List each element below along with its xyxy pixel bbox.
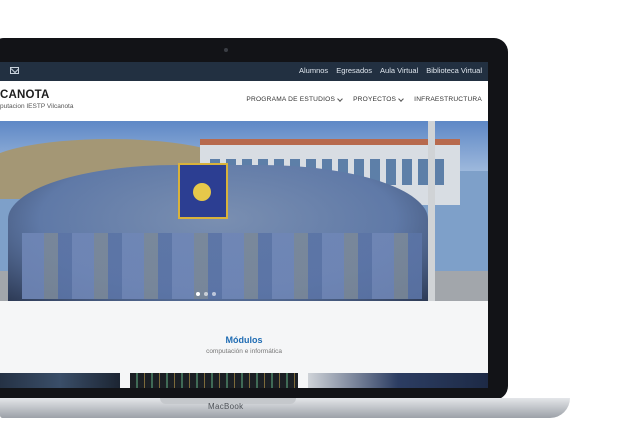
module-thumbnails [0, 373, 488, 388]
top-link-alumnos[interactable]: Alumnos [299, 66, 328, 75]
slider-dot[interactable] [212, 292, 216, 296]
camera-icon [224, 48, 228, 52]
laptop-brand-label: MacBook [208, 402, 244, 411]
top-link-biblioteca-virtual[interactable]: Biblioteca Virtual [426, 66, 482, 75]
top-bar: Alumnos Egresados Aula Virtual Bibliotec… [0, 62, 488, 81]
hero-students-front-row [22, 233, 422, 299]
top-link-egresados[interactable]: Egresados [336, 66, 372, 75]
nav-item-proyectos[interactable]: PROYECTOS [353, 95, 404, 103]
browser-viewport: Alumnos Egresados Aula Virtual Bibliotec… [0, 62, 488, 388]
nav-item-label: INFRAESTRUCTURA [414, 96, 482, 103]
module-thumbnail[interactable] [308, 373, 488, 388]
top-links: Alumnos Egresados Aula Virtual Bibliotec… [299, 66, 482, 75]
nav-item-infraestructura[interactable]: INFRAESTRUCTURA [414, 96, 482, 103]
module-thumbnail[interactable] [130, 373, 298, 388]
nav-item-label: PROGRAMA DE ESTUDIOS [246, 96, 336, 103]
site-header: CANOTA putacion IESTP Vilcanota PROGRAMA… [0, 81, 488, 121]
nav-item-label: PROYECTOS [353, 96, 397, 103]
hero-slider[interactable] [0, 121, 488, 301]
site-subtitle: putacion IESTP Vilcanota [0, 103, 74, 110]
modules-subtitle: computación e informática [206, 348, 282, 355]
modules-title: Módulos [225, 335, 263, 345]
module-thumbnail[interactable] [0, 373, 120, 388]
slider-indicators [196, 292, 216, 296]
slider-dot[interactable] [204, 292, 208, 296]
hero-pole [428, 121, 435, 301]
slider-dot[interactable] [196, 292, 200, 296]
site-title[interactable]: CANOTA [0, 89, 50, 101]
top-link-aula-virtual[interactable]: Aula Virtual [380, 66, 418, 75]
mail-icon[interactable] [10, 67, 19, 74]
modules-section: Módulos computación e informática [0, 301, 488, 388]
chevron-down-icon [337, 95, 343, 102]
main-nav: PROGRAMA DE ESTUDIOS PROYECTOS INFRAESTR… [246, 95, 482, 103]
nav-item-programa-de-estudios[interactable]: PROGRAMA DE ESTUDIOS [246, 95, 343, 103]
chevron-down-icon [398, 95, 404, 102]
school-banner-image [178, 163, 228, 219]
